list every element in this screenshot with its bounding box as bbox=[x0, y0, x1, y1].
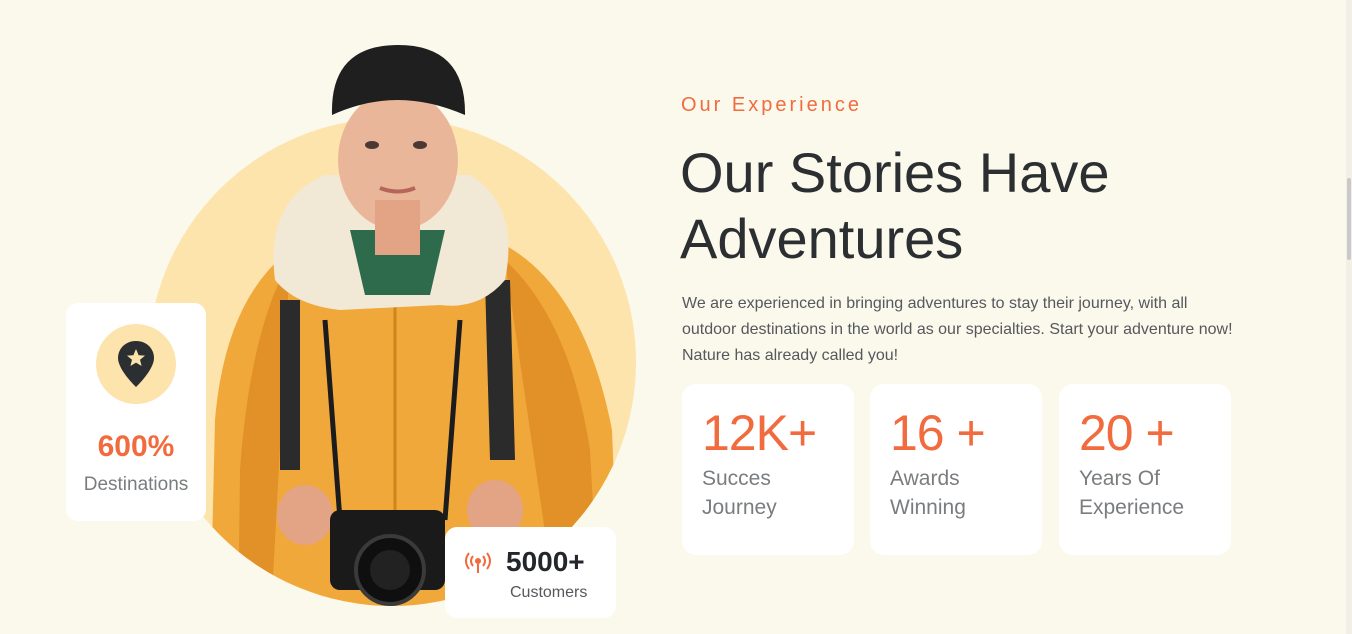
stat-value: 12K+ bbox=[702, 405, 817, 461]
customers-value: 5000+ bbox=[506, 546, 585, 577]
page-scrollbar[interactable] bbox=[1346, 0, 1352, 634]
stat-card-experience: 20 + Years Of Experience bbox=[1059, 384, 1231, 555]
stat-card-journey: 12K+ Succes Journey bbox=[682, 384, 854, 555]
destinations-value: 600% bbox=[97, 430, 175, 463]
destinations-label: Destinations bbox=[83, 474, 189, 495]
customers-card: 5000+ Customers bbox=[445, 527, 616, 618]
section-heading: Our Stories Have Adventures bbox=[680, 141, 1110, 270]
stat-label: Succes Journey bbox=[702, 467, 777, 519]
stat-value: 16 + bbox=[890, 405, 986, 461]
map-pin-star-icon bbox=[118, 341, 154, 387]
stat-label: Years Of Experience bbox=[1079, 467, 1185, 519]
stat-value: 20 + bbox=[1079, 405, 1175, 461]
destinations-card: 600% Destinations bbox=[66, 303, 206, 521]
stat-card-awards: 16 + Awards Winning bbox=[870, 384, 1042, 555]
destinations-icon-circle bbox=[96, 324, 176, 404]
section-eyebrow: Our Experience bbox=[681, 94, 862, 116]
stat-label: Awards Winning bbox=[890, 467, 966, 519]
broadcast-icon bbox=[465, 552, 491, 573]
scrollbar-thumb[interactable] bbox=[1347, 178, 1351, 260]
section-description: We are experienced in bringing adventure… bbox=[682, 295, 1233, 364]
customers-label: Customers bbox=[510, 584, 588, 601]
